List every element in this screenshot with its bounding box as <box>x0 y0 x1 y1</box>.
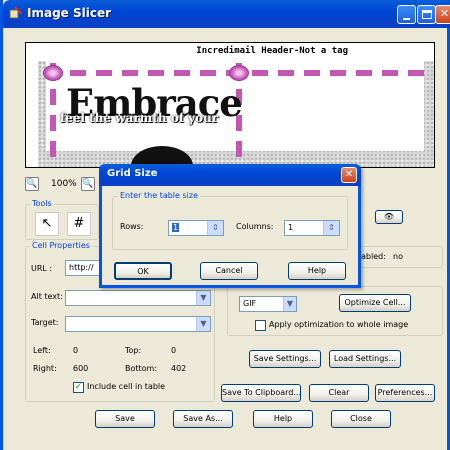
save-settings-button[interactable]: Save Settings... <box>249 350 321 368</box>
zoom-out-button[interactable]: 🔍 <box>25 177 39 191</box>
save-to-clipboard-button[interactable]: Save To Clipboard... <box>221 384 301 402</box>
right-value: 600 <box>73 364 89 373</box>
columns-input[interactable]: 1 ⇕ <box>284 220 340 236</box>
zoom-level: 100% <box>51 179 77 189</box>
spinner-icon: ⇕ <box>212 223 219 232</box>
bottom-value: 402 <box>171 364 187 373</box>
format-dropdown-button[interactable]: ▼ <box>283 297 296 311</box>
dialog-titlebar[interactable]: Grid Size ✕ <box>99 164 361 186</box>
cell-properties-label: Cell Properties <box>30 241 92 250</box>
rows-value: 1 <box>172 223 180 232</box>
rows-spinner[interactable]: ⇕ <box>207 221 223 235</box>
cancel-button[interactable]: Cancel <box>200 262 258 280</box>
include-cell-label: Include cell in table <box>87 382 166 391</box>
grid-size-dialog: Grid Size ✕ Enter the table size Rows: 1… <box>99 164 361 288</box>
table-size-label: Enter the table size <box>118 191 201 200</box>
dialog-title: Grid Size <box>107 168 158 179</box>
dialog-close-button[interactable]: ✕ <box>341 167 357 183</box>
app-icon <box>9 6 23 19</box>
bow-middle <box>229 65 249 81</box>
grid-tool-button[interactable]: # <box>67 212 91 236</box>
tagline-text: feel the warmth of your <box>60 111 219 125</box>
columns-label: Columns: <box>236 222 274 231</box>
url-label: URL : <box>31 264 53 273</box>
enabled-value: no <box>393 252 403 261</box>
main-window: Image Slicer ✕ Incredimail Header-Not a … <box>0 0 450 450</box>
spinner-icon: ⇕ <box>328 223 335 232</box>
eye-icon: 👁 <box>383 212 395 221</box>
alt-text-dropdown-button[interactable]: ▼ <box>196 291 210 305</box>
save-as-button[interactable]: Save As... <box>173 410 233 428</box>
apply-whole-image-label: Apply optimization to whole image <box>269 320 409 329</box>
apply-whole-image-checkbox[interactable] <box>255 320 266 331</box>
target-dropdown-button[interactable]: ▼ <box>196 317 210 331</box>
include-cell-checkbox[interactable]: ✓ <box>73 382 84 393</box>
zoom-in-button[interactable]: 🔍 <box>81 177 95 191</box>
zoom-out-icon: 🔍 <box>26 179 38 189</box>
image-preview[interactable]: Incredimail Header-Not a tag Embrace fee… <box>25 42 435 168</box>
close-icon: ✕ <box>344 169 354 180</box>
columns-value: 1 <box>288 223 294 232</box>
close-icon: ✕ <box>439 7 450 20</box>
clear-button[interactable]: Clear <box>309 384 369 402</box>
columns-spinner[interactable]: ⇕ <box>323 221 339 235</box>
alt-text-label: Alt text: <box>31 292 63 301</box>
bottom-label: Bottom: <box>125 364 158 373</box>
right-label: Right: <box>33 364 57 373</box>
save-button[interactable]: Save <box>95 410 155 428</box>
minimize-button[interactable] <box>397 5 416 24</box>
maximize-icon <box>421 10 432 19</box>
close-window-button[interactable]: ✕ <box>435 5 450 24</box>
grid-icon: # <box>73 216 85 231</box>
help-button[interactable]: Help <box>253 410 313 428</box>
zoom-in-icon: 🔍 <box>82 179 94 189</box>
select-tool-button[interactable]: ↖ <box>35 212 59 236</box>
left-value: 0 <box>73 346 79 355</box>
dialog-help-button[interactable]: Help <box>288 262 346 280</box>
cursor-icon: ↖ <box>41 216 53 231</box>
chevron-down-icon: ▼ <box>200 319 207 328</box>
target-select[interactable]: ▼ <box>65 316 211 332</box>
maximize-button[interactable] <box>417 5 436 24</box>
chevron-down-icon: ▼ <box>286 299 294 308</box>
optimize-cell-button[interactable]: Optimize Cell... <box>339 294 411 312</box>
ok-button[interactable]: OK <box>114 262 172 280</box>
load-settings-button[interactable]: Load Settings... <box>329 350 401 368</box>
top-label: Top: <box>125 346 142 355</box>
window-title: Image Slicer <box>27 6 112 20</box>
rows-label: Rows: <box>120 222 144 231</box>
preferences-button[interactable]: Preferences... <box>375 384 435 402</box>
alt-text-input[interactable]: ▼ <box>65 290 211 306</box>
top-value: 0 <box>171 346 177 355</box>
preview-eye-button[interactable]: 👁 <box>375 210 403 224</box>
bow-left <box>43 65 63 81</box>
minimize-icon <box>403 18 410 20</box>
rows-input[interactable]: 1 ⇕ <box>168 220 224 236</box>
left-label: Left: <box>33 346 51 355</box>
enabled-label: abled: <box>361 252 386 261</box>
chevron-down-icon: ▼ <box>200 293 207 302</box>
titlebar[interactable]: Image Slicer ✕ <box>3 0 450 28</box>
target-label: Target: <box>31 318 59 327</box>
close-button[interactable]: Close <box>331 410 391 428</box>
tools-label: Tools <box>30 199 54 208</box>
